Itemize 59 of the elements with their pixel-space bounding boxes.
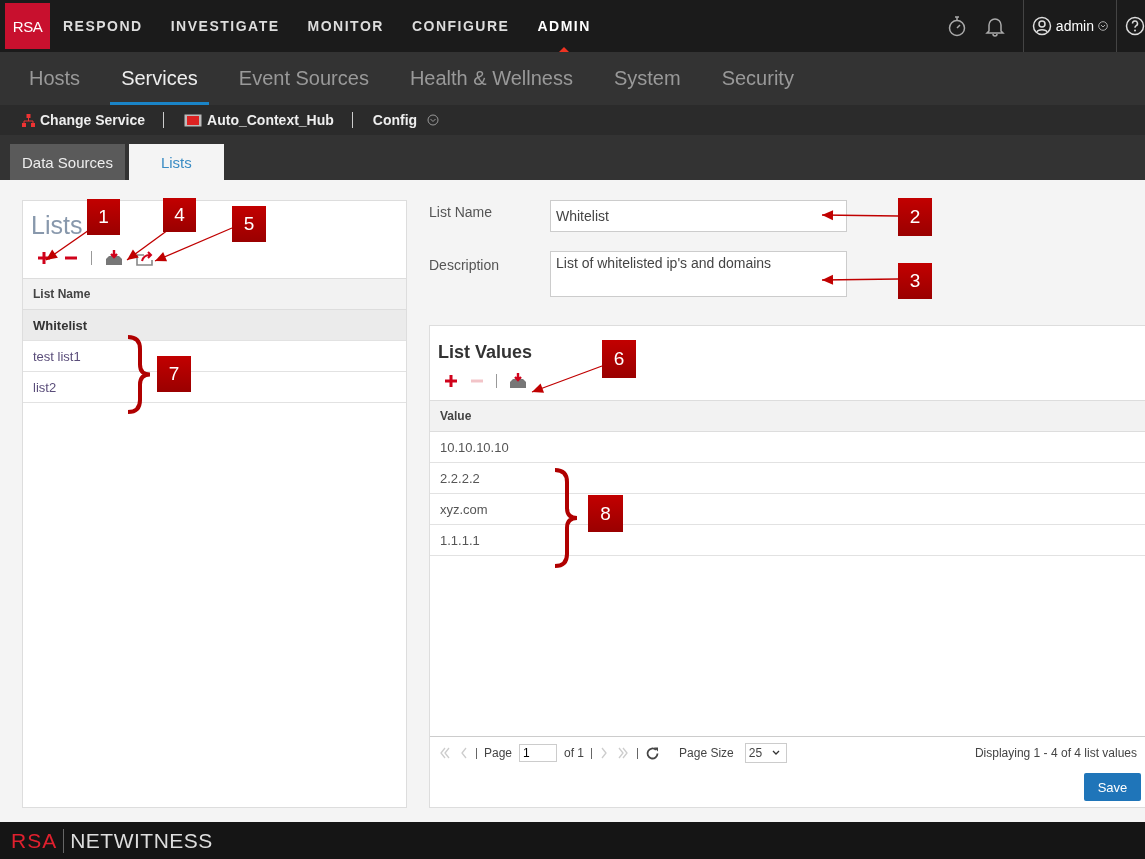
- export-icon[interactable]: [136, 250, 154, 266]
- tab[interactable]: Data Sources: [10, 144, 125, 180]
- callout-number: 7: [157, 356, 191, 392]
- chevron-down-icon: [1098, 21, 1108, 31]
- callout-number: 3: [898, 263, 932, 299]
- value-row[interactable]: 2.2.2.2: [430, 463, 1145, 494]
- caret-icon: [772, 750, 781, 756]
- page-size-label: Page Size: [679, 746, 734, 760]
- callout-number: 5: [232, 206, 266, 242]
- service-icon: [184, 113, 203, 127]
- sub-nav-tab[interactable]: Security: [710, 52, 805, 105]
- add-icon[interactable]: [444, 374, 458, 388]
- main-nav-item[interactable]: RESPOND: [63, 0, 143, 52]
- column-header: Value: [430, 400, 1145, 432]
- rsa-logo[interactable]: RSA: [5, 3, 50, 49]
- callout-number: 6: [602, 340, 636, 378]
- value-row[interactable]: 10.10.10.10: [430, 432, 1145, 463]
- description-field[interactable]: List of whitelisted ip's and domains: [550, 251, 847, 297]
- sub-nav-tab[interactable]: Event Sources: [227, 52, 380, 105]
- refresh-icon[interactable]: [645, 745, 661, 761]
- sub-nav-tab[interactable]: System: [602, 52, 692, 105]
- save-button[interactable]: Save: [1084, 773, 1141, 801]
- add-icon[interactable]: [37, 251, 51, 265]
- main-nav-item[interactable]: CONFIGURE: [411, 0, 510, 52]
- column-header: List Name: [23, 278, 406, 310]
- panel-title: Lists: [31, 211, 83, 240]
- import-icon[interactable]: [105, 250, 123, 266]
- callout-number: 4: [163, 198, 196, 232]
- main-nav-item[interactable]: MONITOR: [307, 0, 384, 52]
- display-count: Displaying 1 - 4 of 4 list values: [974, 746, 1137, 760]
- panel-title: List Values: [438, 342, 533, 363]
- help-icon[interactable]: [1125, 15, 1145, 37]
- config-menu[interactable]: Config: [368, 112, 444, 128]
- page-field[interactable]: 1: [519, 744, 558, 762]
- list-name-field[interactable]: Whitelist: [550, 200, 847, 232]
- field-label: List Name: [429, 203, 494, 220]
- callout-number: 2: [898, 198, 932, 236]
- product-name: NETWITNESS: [70, 828, 213, 853]
- callout-number: 1: [87, 199, 120, 235]
- page-label: Page: [484, 746, 513, 760]
- sub-nav-tab[interactable]: Health & Wellness: [398, 52, 584, 105]
- page-size-select[interactable]: 25: [744, 743, 788, 763]
- service-button[interactable]: Auto_Context_Hub: [180, 112, 338, 128]
- brand-logo: RSA: [11, 828, 58, 853]
- bell-icon[interactable]: [984, 15, 1005, 37]
- sub-nav-tab[interactable]: Hosts: [18, 52, 92, 105]
- change-service-button[interactable]: Change Service: [18, 112, 150, 128]
- stopwatch-icon[interactable]: [946, 15, 967, 37]
- main-nav-item[interactable]: ADMIN: [537, 0, 591, 52]
- list-row[interactable]: Whitelist: [23, 310, 406, 341]
- page-count: of 1: [564, 746, 585, 760]
- callout-arrow: [531, 365, 603, 393]
- field-label: Description: [429, 256, 501, 273]
- import-icon[interactable]: [509, 373, 527, 389]
- chevron-down-icon: [427, 114, 440, 126]
- main-nav-item[interactable]: INVESTIGATE: [170, 0, 280, 52]
- callout-number: 8: [588, 495, 623, 532]
- hierarchy-icon: [22, 113, 35, 127]
- user-icon: [1031, 16, 1052, 36]
